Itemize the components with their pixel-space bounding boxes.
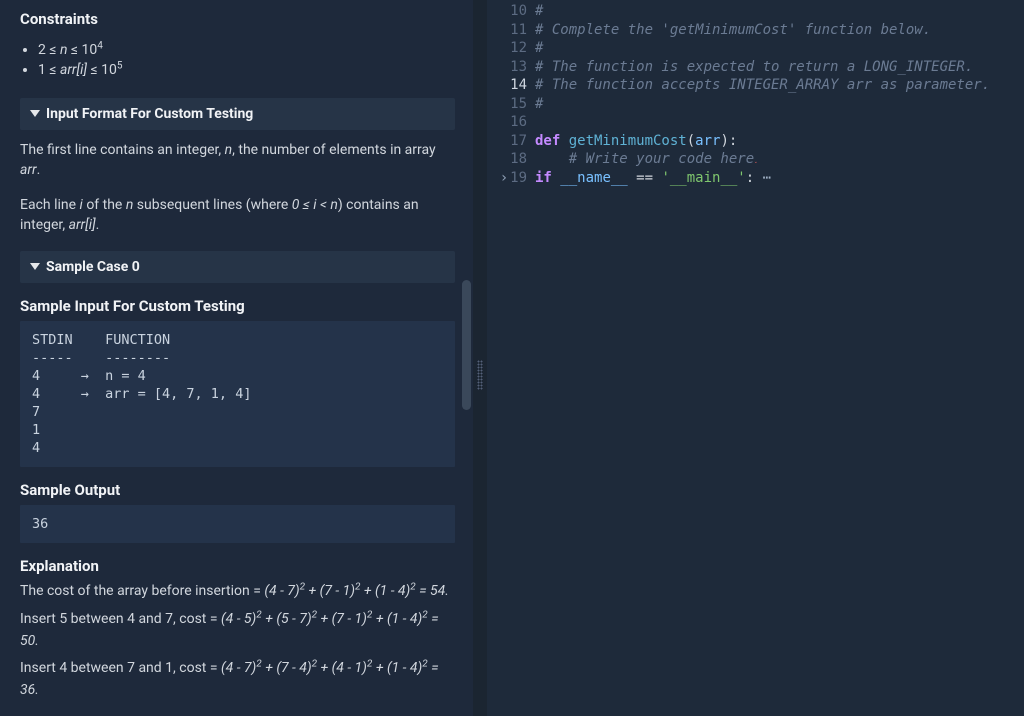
panel-resize-handle[interactable]	[473, 0, 487, 716]
input-format-para: Each line i of the n subsequent lines (w…	[20, 195, 455, 236]
line-number: 11	[487, 21, 527, 40]
code-editor[interactable]: 101112131415161718›19 ## Complete the 'g…	[487, 0, 1024, 716]
code-line[interactable]: # The function accepts INTEGER_ARRAY arr…	[535, 76, 1024, 95]
drag-handle-icon	[477, 360, 483, 390]
line-number-gutter: 101112131415161718›19	[487, 0, 535, 716]
line-number: 13	[487, 58, 527, 77]
sample-output-label: Sample Output	[20, 481, 455, 499]
scrollbar-track[interactable]	[459, 0, 473, 716]
line-number: 10	[487, 2, 527, 21]
input-format-title: Input Format For Custom Testing	[46, 106, 253, 122]
code-line[interactable]	[535, 113, 1024, 132]
code-line[interactable]: # Write your code here˯	[535, 150, 1024, 169]
code-line[interactable]: # Complete the 'getMinimumCost' function…	[535, 21, 1024, 40]
constraints-list: 2 ≤ n ≤ 104 1 ≤ arr[i] ≤ 105	[20, 42, 455, 78]
sample-case-title: Sample Case 0	[46, 259, 140, 275]
code-line[interactable]: # The function is expected to return a L…	[535, 58, 1024, 77]
line-number: 14	[487, 76, 527, 95]
line-number: 12	[487, 39, 527, 58]
code-line[interactable]: #	[535, 2, 1024, 21]
line-number: 17	[487, 132, 527, 151]
sample-input-label: Sample Input For Custom Testing	[20, 297, 455, 315]
code-line[interactable]: #	[535, 95, 1024, 114]
constraint-item: 2 ≤ n ≤ 104	[38, 42, 455, 58]
code-area[interactable]: ## Complete the 'getMinimumCost' functio…	[535, 0, 1024, 716]
explanation-line: The cost of the array before insertion =…	[20, 581, 455, 603]
line-number: 15	[487, 95, 527, 114]
constraint-item: 1 ≤ arr[i] ≤ 105	[38, 62, 455, 78]
sample-case-header[interactable]: Sample Case 0	[20, 251, 455, 283]
explanation-label: Explanation	[20, 557, 455, 575]
constraints-heading: Constraints	[20, 10, 455, 28]
fold-arrow-icon[interactable]: ›	[500, 169, 508, 188]
chevron-down-icon	[30, 263, 40, 270]
scrollbar-thumb[interactable]	[462, 280, 471, 410]
line-number: 16	[487, 113, 527, 132]
code-line[interactable]: def getMinimumCost(arr):	[535, 132, 1024, 151]
code-line[interactable]: if __name__ == '__main__': ⋯	[535, 169, 1024, 188]
problem-panel: Constraints 2 ≤ n ≤ 104 1 ≤ arr[i] ≤ 105…	[0, 0, 473, 716]
line-number: ›19	[487, 169, 527, 188]
input-format-para: The first line contains an integer, n, t…	[20, 140, 455, 181]
code-line[interactable]: #	[535, 39, 1024, 58]
chevron-down-icon	[30, 110, 40, 117]
sample-output-block: 36	[20, 505, 455, 543]
input-format-header[interactable]: Input Format For Custom Testing	[20, 98, 455, 130]
explanation-line: Insert 4 between 7 and 1, cost = (4 - 7)…	[20, 658, 455, 701]
line-number: 18	[487, 150, 527, 169]
sample-input-block: STDIN FUNCTION ----- -------- 4 → n = 4 …	[20, 321, 455, 467]
explanation-line: Insert 5 between 4 and 7, cost = (4 - 5)…	[20, 609, 455, 652]
